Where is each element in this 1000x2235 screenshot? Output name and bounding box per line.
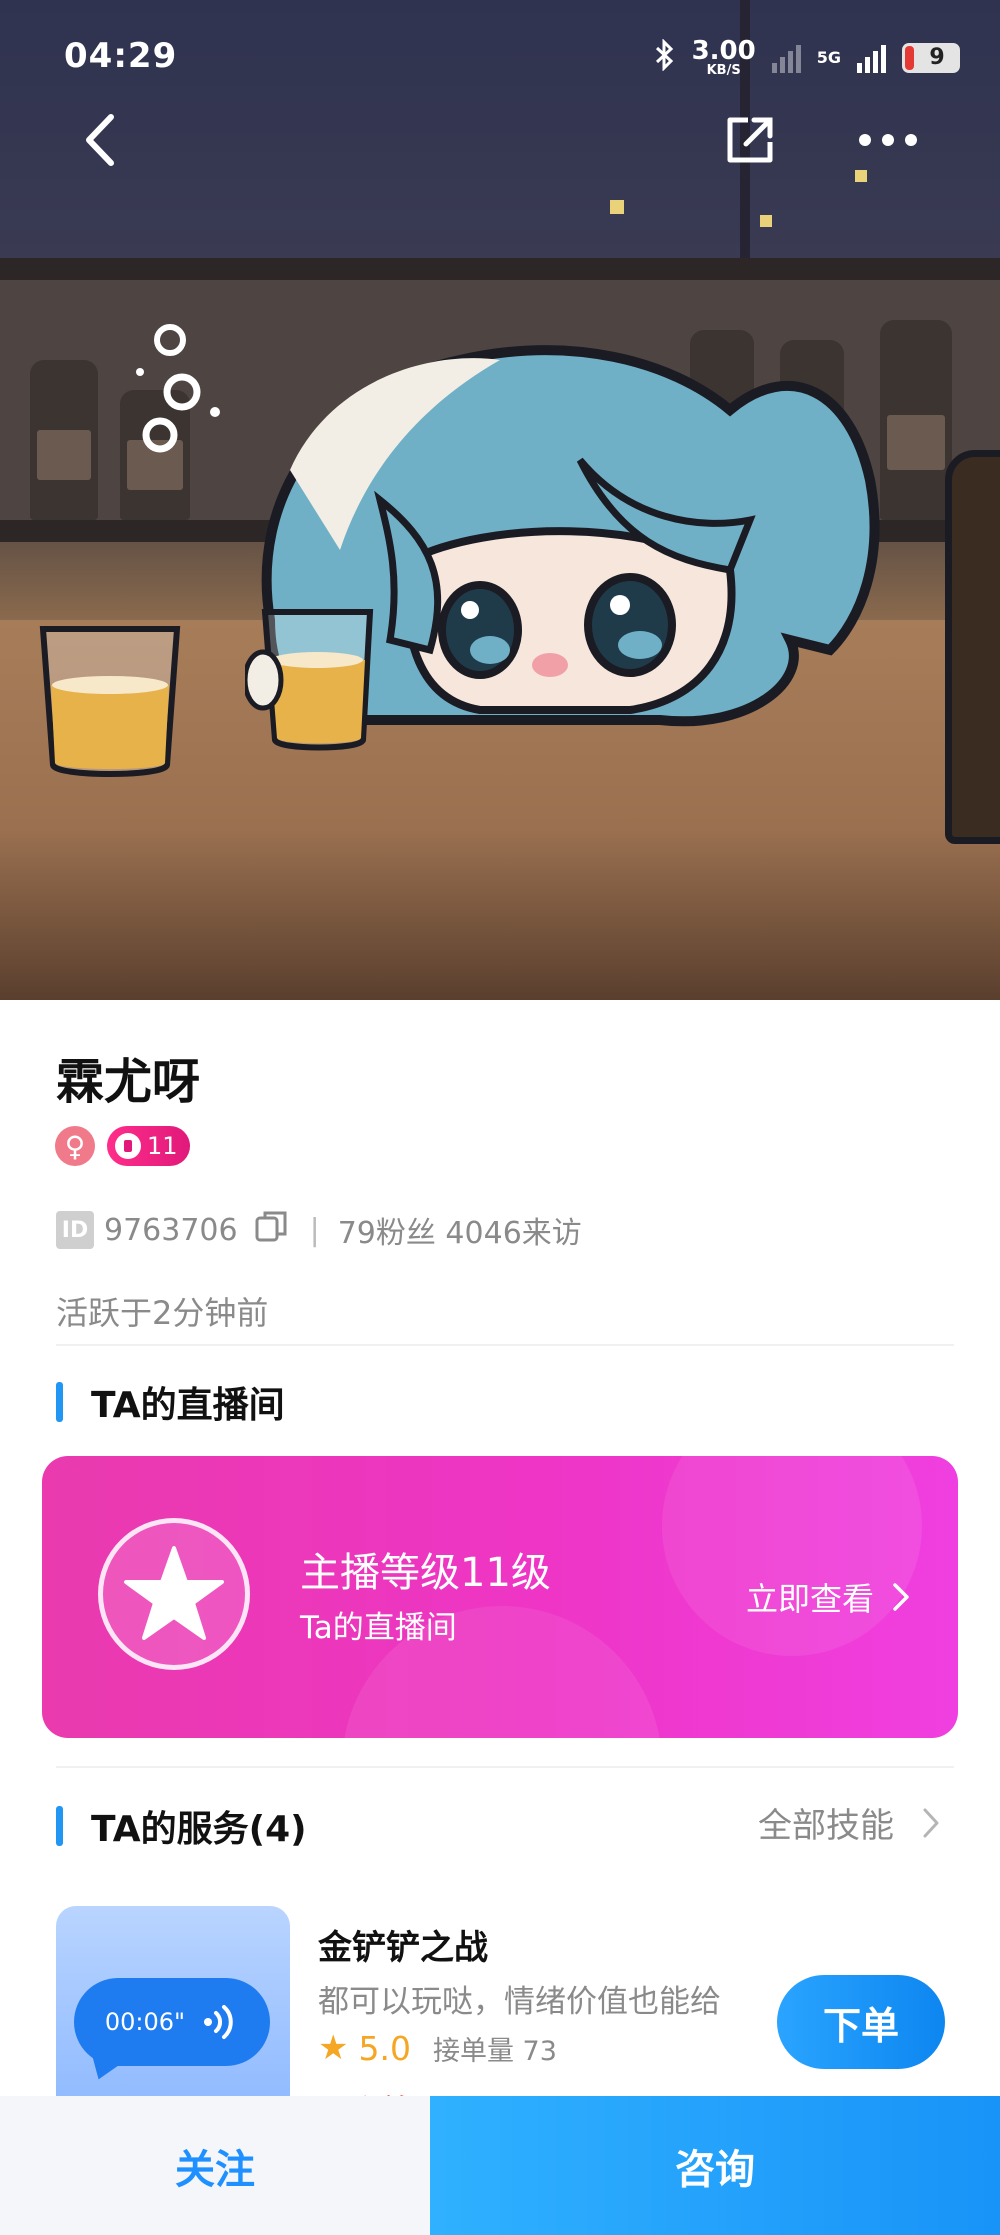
bottle bbox=[30, 360, 98, 520]
order-button[interactable]: 下单 bbox=[777, 1975, 945, 2069]
chevron-right-icon bbox=[893, 1583, 909, 1611]
glass-left bbox=[39, 626, 181, 777]
divider bbox=[56, 1766, 954, 1768]
signal-icon bbox=[857, 43, 886, 73]
status-time: 04:29 bbox=[64, 36, 178, 76]
service-orders: 接单量 73 bbox=[432, 2035, 557, 2067]
user-id: 9763706 bbox=[104, 1212, 238, 1248]
level-value: 11 bbox=[147, 1132, 178, 1160]
window-light bbox=[610, 200, 624, 214]
live-section-title: TA的直播间 bbox=[56, 1376, 285, 1428]
service-thumbnail[interactable]: 00:06" bbox=[56, 1906, 290, 2126]
copy-icon bbox=[255, 1211, 287, 1242]
status-icons: 3.00 KB/S 5G 9 bbox=[654, 36, 960, 78]
glass-held bbox=[245, 609, 374, 751]
gender-badge: ♀ bbox=[55, 1126, 95, 1166]
active-status: 活跃于2分钟前 bbox=[56, 1294, 269, 1332]
signal-icon bbox=[771, 43, 801, 73]
shelf bbox=[0, 258, 1000, 280]
diamond-icon bbox=[115, 1133, 141, 1159]
voice-duration: 00:06" bbox=[104, 2008, 186, 2036]
battery-indicator: 9 bbox=[902, 42, 960, 73]
service-description: 都可以玩哒，情绪价值也能给 bbox=[318, 1984, 721, 2020]
level-badge: 11 bbox=[107, 1126, 190, 1166]
voice-intro[interactable]: 00:06" bbox=[74, 1978, 270, 2066]
fans-visits[interactable]: 79粉丝 4046来访 bbox=[338, 1208, 582, 1252]
profile-name: 霖尤呀 bbox=[56, 1054, 201, 1110]
star-icon: ★ bbox=[318, 2028, 349, 2068]
live-badge bbox=[98, 1518, 250, 1670]
net-speed: 3.00 KB/S bbox=[691, 36, 756, 78]
id-tag: ID bbox=[56, 1211, 94, 1249]
status-bar: 04:29 3.00 KB/S 5G 9 bbox=[0, 0, 1000, 110]
live-level-title: 主播等级11级 bbox=[300, 1550, 551, 1596]
service-name: 金铲铲之战 bbox=[318, 1928, 488, 1968]
back-button[interactable] bbox=[60, 100, 140, 180]
back-icon bbox=[86, 114, 114, 166]
copy-button[interactable] bbox=[254, 1209, 288, 1251]
share-button[interactable] bbox=[710, 100, 790, 180]
service-meta: ★ 5.0 接单量 73 bbox=[318, 2028, 557, 2068]
chevron-right-icon bbox=[923, 1808, 939, 1837]
decor bbox=[662, 1456, 922, 1656]
network-type: 5G bbox=[816, 48, 841, 67]
id-row: ID 9763706 | 79粉丝 4046来访 bbox=[56, 1208, 582, 1252]
share-icon bbox=[727, 117, 773, 163]
service-rating: 5.0 bbox=[358, 2028, 411, 2068]
live-room-card[interactable]: 主播等级11级 Ta的直播间 立即查看 bbox=[42, 1456, 958, 1738]
bluetooth-icon bbox=[654, 37, 676, 77]
bottle bbox=[880, 320, 952, 520]
follow-button[interactable]: 关注 bbox=[0, 2096, 430, 2235]
sound-wave-icon bbox=[204, 2005, 233, 2039]
live-room-subtitle: Ta的直播间 bbox=[300, 1610, 457, 1646]
star-icon bbox=[124, 1546, 224, 1640]
bottle-right bbox=[945, 450, 1000, 844]
view-now-link[interactable]: 立即查看 bbox=[746, 1574, 910, 1620]
all-skills-link[interactable]: 全部技能 bbox=[758, 1798, 940, 1847]
window-light bbox=[760, 215, 772, 227]
divider bbox=[56, 1344, 954, 1346]
consult-button[interactable]: 咨询 bbox=[430, 2096, 1000, 2235]
services-section-title: TA的服务(4) bbox=[56, 1800, 307, 1852]
more-button[interactable] bbox=[848, 100, 928, 180]
more-icon bbox=[859, 134, 917, 146]
bottom-action-bar: 关注 咨询 bbox=[0, 2096, 1000, 2235]
separator: | bbox=[309, 1212, 320, 1248]
